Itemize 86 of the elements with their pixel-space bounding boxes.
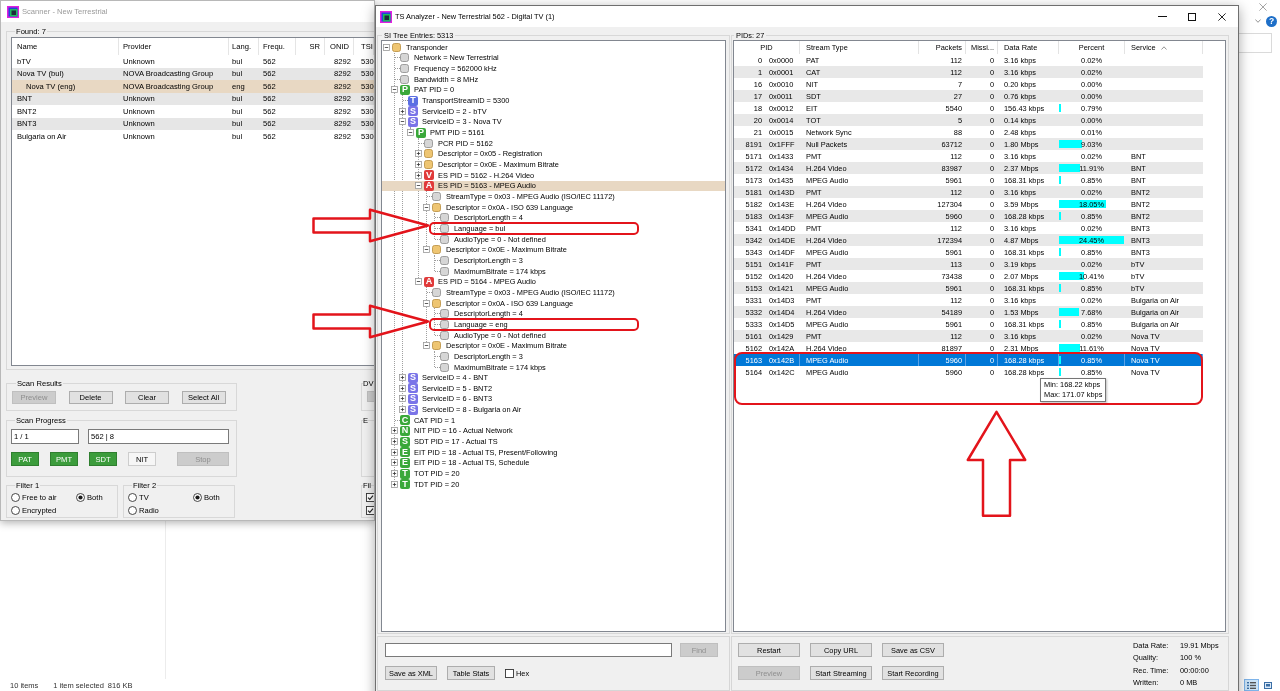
expand-icon[interactable] bbox=[399, 395, 406, 403]
node-square-icon bbox=[440, 213, 449, 223]
checkbox-icon[interactable] bbox=[366, 506, 374, 515]
expand-icon[interactable] bbox=[399, 384, 406, 392]
search-field[interactable] bbox=[385, 643, 672, 657]
radio-icon[interactable] bbox=[128, 505, 137, 515]
letter-tile: S bbox=[408, 383, 418, 394]
radio-icon[interactable] bbox=[128, 492, 137, 502]
node-square-icon bbox=[400, 64, 409, 74]
node-square-icon bbox=[440, 319, 449, 329]
node-square-icon bbox=[440, 351, 449, 361]
letter-tile: S bbox=[408, 372, 418, 383]
expand-icon[interactable] bbox=[391, 448, 398, 456]
expand-icon[interactable] bbox=[399, 406, 406, 414]
letter-tile: A bbox=[424, 276, 434, 287]
group-square-icon bbox=[432, 202, 441, 212]
letter-tile: P bbox=[416, 127, 426, 138]
node-square-icon bbox=[440, 362, 449, 372]
node-square-icon bbox=[400, 74, 409, 84]
radio-icon[interactable] bbox=[11, 505, 20, 515]
expand-icon[interactable] bbox=[415, 171, 422, 179]
radio-icon[interactable] bbox=[11, 492, 20, 502]
expand-icon[interactable] bbox=[391, 480, 398, 488]
node-square-icon bbox=[440, 255, 449, 265]
group-square-icon bbox=[392, 42, 401, 52]
radio-icon[interactable] bbox=[76, 492, 85, 502]
collapse-icon[interactable] bbox=[383, 43, 390, 51]
help-icon[interactable]: ? bbox=[1266, 15, 1277, 27]
maximize-icon bbox=[1188, 12, 1196, 21]
collapse-icon[interactable] bbox=[399, 118, 406, 126]
node-square-icon bbox=[432, 287, 441, 297]
view-button[interactable] bbox=[1244, 679, 1259, 691]
expand-icon[interactable] bbox=[399, 374, 406, 382]
group-square-icon bbox=[432, 298, 441, 308]
letter-tile: S bbox=[408, 106, 418, 117]
node-square-icon bbox=[440, 266, 449, 276]
node-square-icon bbox=[400, 53, 409, 63]
collapse-icon[interactable] bbox=[407, 129, 414, 137]
letter-tile: C bbox=[400, 415, 410, 426]
expand-icon[interactable] bbox=[391, 459, 398, 467]
collapse-icon[interactable] bbox=[423, 342, 430, 350]
collapse-icon[interactable] bbox=[391, 86, 398, 94]
node-square-icon bbox=[440, 234, 449, 244]
letter-tile: T bbox=[400, 468, 410, 479]
collapse-icon[interactable] bbox=[423, 246, 430, 254]
collapse-icon[interactable] bbox=[415, 278, 422, 286]
letter-tile: N bbox=[400, 425, 410, 436]
expand-icon[interactable] bbox=[391, 427, 398, 435]
node-square-icon bbox=[440, 224, 449, 233]
checkbox-icon[interactable] bbox=[366, 493, 374, 502]
letter-tile: S bbox=[408, 404, 418, 415]
window-icon bbox=[380, 10, 392, 23]
group-square-icon bbox=[432, 245, 441, 255]
node-square-icon bbox=[440, 330, 449, 340]
radio-icon[interactable] bbox=[193, 492, 202, 502]
expand-icon[interactable] bbox=[391, 438, 398, 446]
letter-tile: E bbox=[400, 457, 410, 468]
close-icon bbox=[1218, 12, 1226, 21]
node-square-icon bbox=[440, 309, 449, 319]
group-square-icon bbox=[424, 160, 433, 170]
expand-icon[interactable] bbox=[415, 150, 422, 158]
minimize-icon bbox=[1157, 16, 1167, 17]
letter-tile: T bbox=[400, 479, 410, 490]
expand-icon[interactable] bbox=[415, 161, 422, 169]
checkbox-icon[interactable] bbox=[505, 668, 514, 678]
expand-icon[interactable] bbox=[391, 470, 398, 478]
letter-tile: V bbox=[424, 170, 434, 181]
letter-tile: P bbox=[400, 84, 410, 95]
letter-tile: E bbox=[400, 447, 410, 458]
details-list-icon bbox=[1247, 681, 1256, 689]
group-square-icon bbox=[432, 341, 441, 351]
letter-tile: S bbox=[408, 394, 418, 404]
large-tile-icon bbox=[1264, 681, 1272, 689]
letter-tile: S bbox=[400, 436, 410, 447]
group-square-icon bbox=[424, 149, 433, 159]
collapse-icon[interactable] bbox=[415, 182, 422, 190]
window-icon bbox=[7, 5, 19, 18]
view-button[interactable] bbox=[1261, 679, 1275, 691]
collapse-icon[interactable] bbox=[423, 203, 430, 211]
collapse-icon[interactable] bbox=[423, 299, 430, 307]
expand-icon[interactable] bbox=[399, 107, 406, 115]
node-square-icon bbox=[424, 138, 433, 148]
letter-tile: A bbox=[424, 180, 434, 191]
letter-tile: T bbox=[408, 95, 418, 106]
node-square-icon bbox=[432, 192, 441, 201]
letter-tile: S bbox=[408, 116, 418, 127]
